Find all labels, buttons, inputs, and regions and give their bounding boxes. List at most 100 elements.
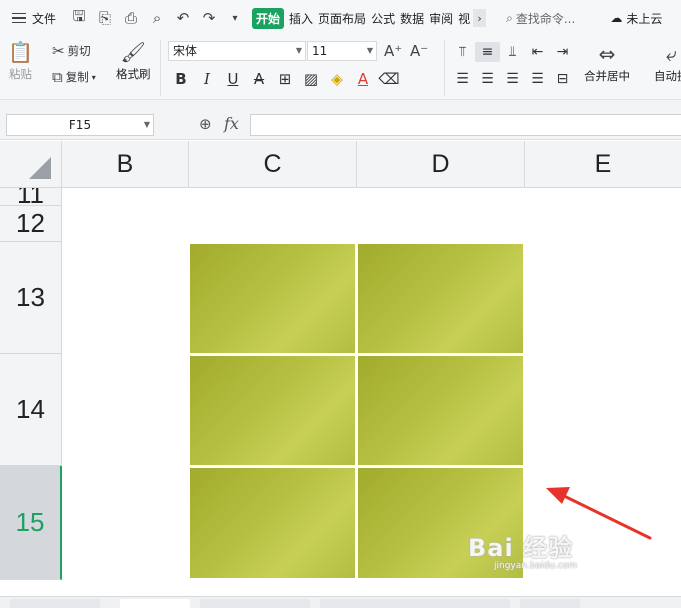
tab-data[interactable]: 数据 — [400, 10, 424, 27]
formula-bar: F15 ▼ ⊕ fx — [0, 110, 681, 140]
watermark-text: Bai 经验 — [468, 534, 574, 562]
align-right-icon[interactable]: ☰ — [500, 69, 525, 89]
row-header-13[interactable]: 13 — [0, 242, 62, 354]
fill-color-icon[interactable]: ◈ — [324, 68, 350, 90]
print-preview-icon[interactable]: ⌕ — [148, 9, 166, 27]
tab-formula[interactable]: 公式 — [371, 10, 395, 27]
watermark-url: jingyan.baidu.com — [494, 561, 578, 571]
justify-icon[interactable]: ☰ — [525, 69, 550, 89]
indent-icon[interactable]: ⇥ — [550, 42, 575, 62]
watermark: Bai 经验 jingyan.baidu.com — [468, 528, 577, 571]
cloud-status[interactable]: ☁ 未上云 — [610, 10, 662, 27]
formula-input[interactable] — [250, 114, 681, 136]
tab-insert[interactable]: 插入 — [289, 10, 313, 27]
sheet-tab-active[interactable] — [120, 599, 190, 608]
tab-view[interactable]: 视 — [458, 10, 470, 27]
cloud-status-label: 未上云 — [626, 11, 663, 26]
strikethrough-button[interactable]: A — [246, 68, 272, 90]
tabs-more-button[interactable]: › — [473, 9, 487, 27]
merge-center-button[interactable]: ⇔ 合并居中 — [584, 42, 630, 84]
align-left-icon[interactable]: ☰ — [450, 69, 475, 89]
row-header-15-selected[interactable]: 15 — [0, 466, 62, 580]
align-middle-icon[interactable]: ≡ — [475, 42, 500, 62]
row-header-11[interactable]: 11 — [0, 188, 62, 206]
sheet-tab[interactable] — [200, 599, 310, 608]
sheet-tab[interactable] — [10, 599, 100, 608]
decrease-font-button[interactable]: A⁻ — [410, 42, 428, 60]
column-header-e[interactable]: E — [525, 141, 681, 188]
image-tile-d14[interactable] — [358, 356, 523, 465]
merge-icon: ⇔ — [598, 42, 616, 66]
font-name-select[interactable]: 宋体 ▼ — [168, 41, 306, 61]
sheet-tab[interactable] — [520, 599, 580, 608]
image-tile-c14[interactable] — [190, 356, 355, 465]
quick-access-toolbar: 🖫 ⎘ ⎙ ⌕ ↶ ↷ ▾ — [70, 7, 244, 28]
brush-icon: 🖌 — [120, 40, 146, 64]
image-tile-c15[interactable] — [190, 468, 355, 578]
chevron-down-icon: ▼ — [143, 120, 150, 129]
function-icon[interactable]: fx — [224, 114, 239, 133]
align-center-icon[interactable]: ☰ — [475, 69, 500, 89]
copy-dropdown-icon[interactable]: ▾ — [92, 73, 96, 82]
menu-bar: 文件 🖫 ⎘ ⎙ ⌕ ↶ ↷ ▾ 开始 插入 页面布局 公式 数据 审阅 视 ›… — [0, 0, 681, 36]
horizontal-align-row: ☰ ☰ ☰ ☰ ⊟ — [450, 69, 575, 89]
underline-button[interactable]: U — [220, 68, 246, 90]
select-all-icon — [29, 157, 51, 179]
tab-page-layout[interactable]: 页面布局 — [318, 10, 366, 27]
export-icon[interactable]: ⎘ — [96, 9, 114, 27]
cut-label: 剪切 — [67, 44, 91, 58]
paste-button[interactable]: 📋 粘贴 — [8, 40, 33, 82]
wrap-label: 自动换 — [654, 69, 681, 83]
format-painter-label: 格式刷 — [116, 67, 151, 81]
name-box[interactable]: F15 ▼ — [6, 114, 154, 136]
outdent-icon[interactable]: ⇤ — [525, 42, 550, 62]
undo-icon[interactable]: ↶ — [174, 9, 192, 27]
print-icon[interactable]: ⎙ — [122, 9, 140, 27]
hamburger-menu-icon[interactable] — [12, 12, 26, 24]
wrap-icon: ⤶ — [665, 42, 677, 66]
copy-button[interactable]: ⧉ 复制 ▾ — [52, 68, 96, 86]
wrap-text-button[interactable]: ⤶ 自动换 — [654, 42, 681, 84]
increase-font-button[interactable]: A⁺ — [384, 42, 402, 60]
format-painter-button[interactable]: 🖌 格式刷 — [116, 40, 151, 82]
italic-button[interactable]: I — [194, 68, 220, 90]
cloud-icon: ☁ — [610, 11, 623, 25]
sheet-tab-bar — [0, 596, 681, 608]
sheet-tab[interactable] — [320, 599, 510, 608]
align-top-icon[interactable]: ⫪ — [450, 42, 475, 62]
select-all-corner[interactable] — [0, 141, 62, 188]
border-icon[interactable]: ⊞ — [272, 68, 298, 90]
tab-home[interactable]: 开始 — [252, 7, 285, 29]
font-color-button[interactable]: A — [350, 68, 376, 90]
row-header-12[interactable]: 12 — [0, 206, 62, 242]
ribbon-divider — [444, 40, 445, 96]
column-header-c[interactable]: C — [189, 141, 357, 188]
tab-review[interactable]: 审阅 — [429, 10, 453, 27]
font-size-select[interactable]: 11 ▼ — [307, 41, 377, 61]
save-icon[interactable]: 🖫 — [70, 7, 88, 27]
merge-label: 合并居中 — [584, 69, 630, 83]
name-box-value: F15 — [68, 118, 92, 132]
paste-icon: 📋 — [8, 40, 33, 64]
file-menu[interactable]: 文件 — [32, 10, 56, 27]
column-header-d[interactable]: D — [357, 141, 525, 188]
distribute-icon[interactable]: ⊟ — [550, 69, 575, 89]
redo-icon[interactable]: ↷ — [200, 9, 218, 27]
copy-label: 复制 — [65, 70, 89, 84]
zoom-icon[interactable]: ⊕ — [199, 115, 212, 133]
vertical-align-row: ⫪ ≡ ⫫ ⇤ ⇥ — [450, 42, 575, 62]
spreadsheet-app: 文件 🖫 ⎘ ⎙ ⌕ ↶ ↷ ▾ 开始 插入 页面布局 公式 数据 审阅 视 ›… — [0, 0, 681, 608]
row-header-14[interactable]: 14 — [0, 354, 62, 466]
image-tile-d13[interactable] — [358, 244, 523, 353]
command-search[interactable]: ⌕ 查找命令... — [506, 10, 575, 27]
column-header-b[interactable]: B — [62, 141, 189, 188]
ribbon-home: 📋 粘贴 ✂ 剪切 ⧉ 复制 ▾ 🖌 格式刷 宋体 ▼ 11 ▼ A⁺ A⁻ B — [0, 36, 681, 100]
image-tile-c13[interactable] — [190, 244, 355, 353]
eraser-icon[interactable]: ⌫ — [376, 68, 402, 90]
fill-pattern-icon[interactable]: ▨ — [298, 68, 324, 90]
cut-button[interactable]: ✂ 剪切 — [52, 42, 91, 60]
font-format-row: B I U A ⊞ ▨ ◈ A ⌫ — [168, 68, 402, 90]
align-bottom-icon[interactable]: ⫫ — [500, 42, 525, 62]
customize-dropdown-icon[interactable]: ▾ — [226, 9, 244, 27]
bold-button[interactable]: B — [168, 68, 194, 90]
